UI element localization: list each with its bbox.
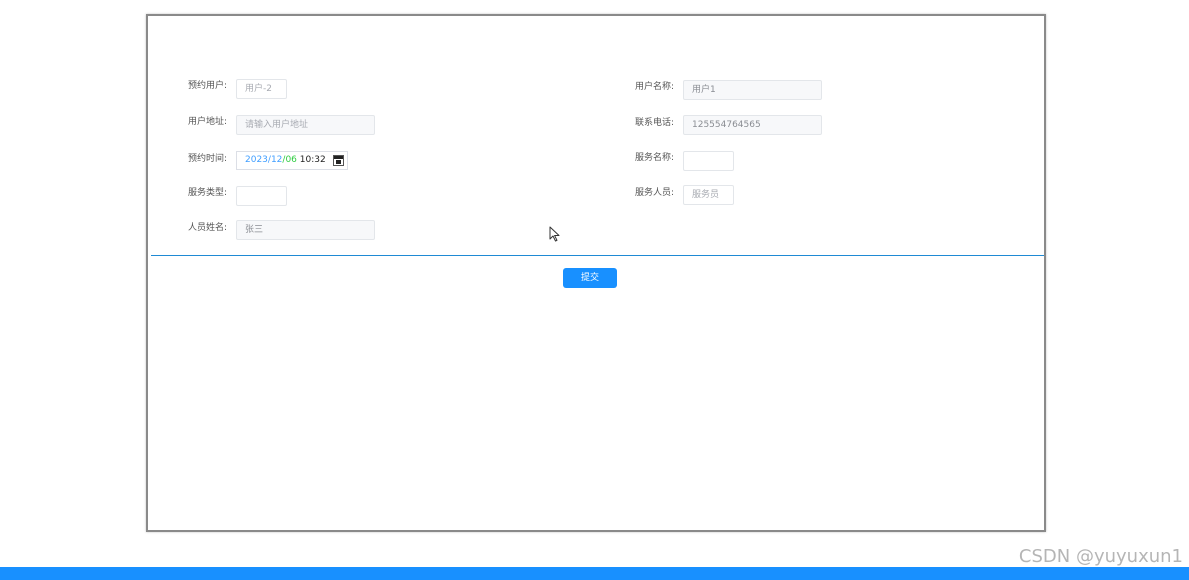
label-booking-time: 预约时间: (188, 154, 228, 164)
mouse-pointer-icon (549, 226, 560, 242)
booking-datetime-input[interactable]: 2023/12/06 10:32 (236, 151, 348, 170)
datetime-year[interactable]: 2023 (245, 155, 268, 165)
submit-button[interactable]: 提交 (563, 268, 617, 288)
label-service-type: 服务类型: (188, 188, 228, 198)
label-staff-name: 人员姓名: (188, 223, 228, 233)
bottom-bar (0, 567, 1189, 580)
contact-phone-field[interactable]: 125554764565 (683, 115, 822, 135)
booking-user-field[interactable]: 用户-2 (236, 79, 287, 99)
datetime-month[interactable]: 12 (271, 155, 282, 165)
form-panel: 预约用户: 用户-2 用户地址: 请输入用户地址 预约时间: 2023/12/0… (146, 14, 1046, 532)
service-name-field[interactable] (683, 151, 734, 171)
label-contact-phone: 联系电话: (635, 118, 675, 128)
calendar-icon[interactable] (333, 155, 344, 166)
watermark: CSDN @yuyuxun1 (1018, 546, 1183, 567)
form-divider (151, 255, 1044, 256)
user-address-input[interactable]: 请输入用户地址 (236, 115, 375, 135)
user-name-field[interactable]: 用户1 (683, 80, 822, 100)
label-user-address: 用户地址: (188, 117, 228, 127)
staff-name-field[interactable]: 张三 (236, 220, 375, 240)
datetime-time[interactable]: 10:32 (297, 155, 326, 165)
service-type-field[interactable] (236, 186, 287, 206)
label-booking-user: 预约用户: (188, 81, 228, 91)
service-staff-field[interactable]: 服务员 (683, 185, 734, 205)
label-user-name: 用户名称: (635, 82, 675, 92)
datetime-day[interactable]: 06 (285, 155, 296, 165)
label-service-name: 服务名称: (635, 153, 675, 163)
label-service-staff: 服务人员: (635, 188, 675, 198)
